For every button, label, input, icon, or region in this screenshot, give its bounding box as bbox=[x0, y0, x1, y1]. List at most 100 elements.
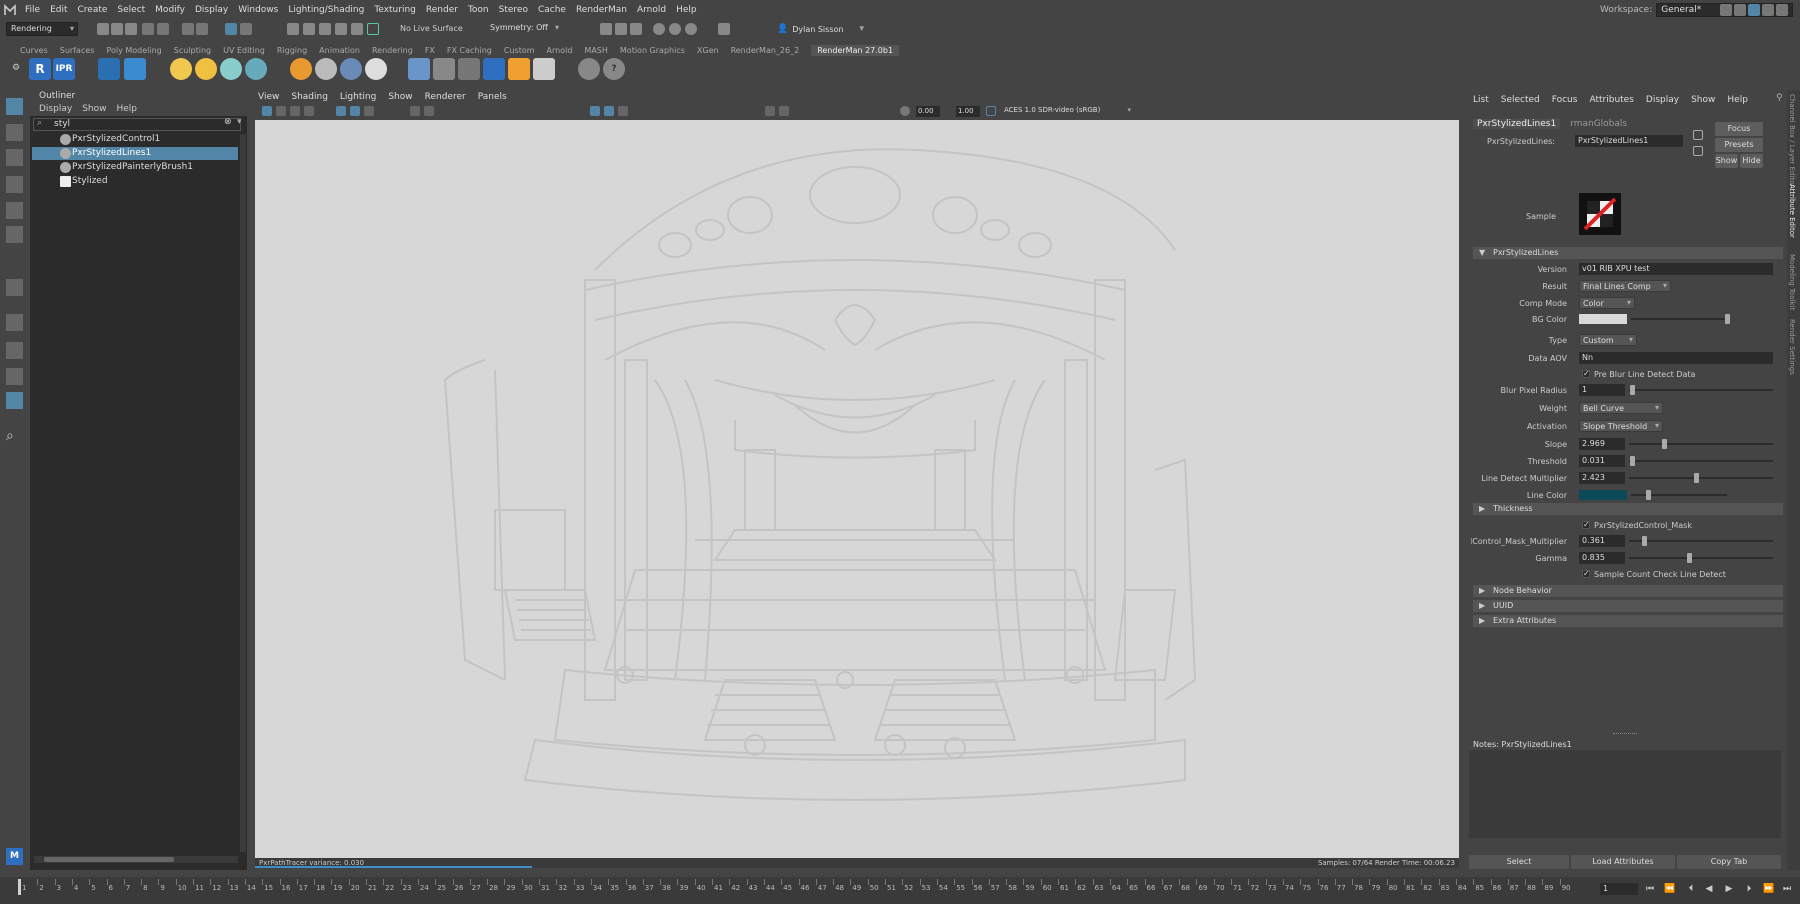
maya-home-icon[interactable]: M bbox=[6, 848, 23, 865]
resolution-gate-icon[interactable] bbox=[364, 106, 374, 116]
shelf-tab-sculpting[interactable]: Sculpting bbox=[174, 46, 211, 55]
menu-edit[interactable]: Edit bbox=[50, 5, 67, 15]
new-scene-icon[interactable] bbox=[97, 23, 109, 35]
data-aov-field[interactable]: Nn bbox=[1579, 352, 1773, 364]
redo-icon[interactable] bbox=[157, 23, 169, 35]
shelf-tab-custom[interactable]: Custom bbox=[504, 46, 535, 55]
layout-active-icon[interactable] bbox=[1748, 4, 1760, 16]
settings-icon[interactable] bbox=[578, 58, 600, 80]
isolate-select-icon[interactable] bbox=[765, 106, 775, 116]
line-detect-multiplier-slider[interactable] bbox=[1629, 477, 1773, 479]
code-icon[interactable] bbox=[433, 58, 455, 80]
step-back-key-icon[interactable]: ⏴ bbox=[1686, 884, 1696, 894]
outliner-menu-help[interactable]: Help bbox=[116, 104, 137, 114]
notes-textarea[interactable] bbox=[1469, 750, 1781, 838]
shelf-tab-renderman-27-0b1[interactable]: RenderMan 27.0b1 bbox=[811, 44, 900, 56]
menu-renderman[interactable]: RenderMan bbox=[576, 5, 627, 15]
textured-icon[interactable] bbox=[618, 106, 628, 116]
outliner-menu-show[interactable]: Show bbox=[82, 104, 106, 114]
preset-browser-icon[interactable] bbox=[483, 58, 505, 80]
attribute-menu-show[interactable]: Show bbox=[1691, 95, 1715, 105]
outliner-search-input[interactable]: styl bbox=[33, 118, 241, 131]
viewport-menu-show[interactable]: Show bbox=[388, 92, 412, 102]
attribute-menu-attributes[interactable]: Attributes bbox=[1589, 95, 1633, 105]
mask-multiplier-slider[interactable] bbox=[1629, 540, 1773, 542]
section-extra-attributes[interactable]: ▶ Extra Attributes bbox=[1473, 615, 1783, 627]
measure-tool-icon[interactable] bbox=[6, 279, 23, 296]
select-object-icon[interactable] bbox=[196, 23, 208, 35]
sun-light-icon[interactable] bbox=[195, 58, 217, 80]
play-backwards-icon[interactable]: ◀ bbox=[1704, 884, 1714, 894]
user-account[interactable]: 👤 Dylan Sisson ▾ bbox=[777, 22, 864, 36]
settings-gear-icon[interactable] bbox=[1776, 4, 1788, 16]
dome-light-icon[interactable] bbox=[220, 58, 242, 80]
live-surface-label[interactable]: No Live Surface bbox=[400, 24, 463, 33]
frame-ruler[interactable]: 1 2 3 4 5 6 7 8 9 10 11 12 13 14 15 16 17 18 19 20 21 22 23 24 2… bbox=[16, 877, 1596, 904]
section-pxrstylizedlines[interactable]: ▼ PxrStylizedLines bbox=[1473, 247, 1783, 259]
smooth-shade-icon[interactable] bbox=[604, 106, 614, 116]
splitter-handle[interactable] bbox=[1613, 733, 1637, 736]
pattern-gear-icon[interactable] bbox=[340, 58, 362, 80]
go-to-end-icon[interactable]: ⏭ bbox=[1782, 884, 1792, 894]
refresh-icon[interactable] bbox=[424, 106, 434, 116]
outliner-item[interactable]: PxrStylizedControl1 bbox=[32, 133, 238, 146]
comp-mode-dropdown[interactable]: Color bbox=[1579, 297, 1635, 309]
activation-dropdown[interactable]: Slope Threshold bbox=[1579, 420, 1663, 432]
render-to-it-button[interactable] bbox=[124, 58, 146, 80]
menu-texturing[interactable]: Texturing bbox=[374, 5, 416, 15]
archive-cube-icon[interactable] bbox=[408, 58, 430, 80]
layout-grid-icon[interactable] bbox=[6, 342, 23, 359]
result-dropdown[interactable]: Final Lines Comp bbox=[1579, 280, 1671, 292]
attribute-menu-focus[interactable]: Focus bbox=[1552, 95, 1578, 105]
shelf-tab-fx[interactable]: FX bbox=[425, 46, 435, 55]
render-view-button[interactable] bbox=[98, 58, 120, 80]
search-icon[interactable]: ⌕ bbox=[6, 428, 23, 445]
renderman-render-button[interactable]: R bbox=[29, 58, 51, 80]
layout-columns-icon[interactable] bbox=[6, 368, 23, 385]
portal-light-icon[interactable] bbox=[245, 58, 267, 80]
attribute-tab-pxrstylizedlines1[interactable]: PxrStylizedLines1 bbox=[1473, 119, 1561, 129]
bg-color-slider[interactable] bbox=[1631, 318, 1727, 320]
section-uuid[interactable]: ▶ UUID bbox=[1473, 600, 1783, 612]
sample-count-checkbox[interactable] bbox=[1582, 569, 1590, 578]
step-forward-frame-icon[interactable]: ⏩ bbox=[1763, 884, 1774, 894]
snapshot-icon[interactable] bbox=[410, 106, 420, 116]
colorspace-dropdown[interactable]: ACES 1.0 SDR-video (sRGB) bbox=[1000, 105, 1134, 117]
camera-select-icon[interactable] bbox=[262, 106, 272, 116]
exposure-field[interactable]: 0.00 bbox=[916, 106, 940, 117]
render-sequence-icon[interactable] bbox=[615, 23, 627, 35]
material-sphere-icon[interactable] bbox=[315, 58, 337, 80]
layout-split-icon[interactable] bbox=[1734, 4, 1746, 16]
render-view-icon[interactable] bbox=[630, 23, 642, 35]
section-thickness[interactable]: ▶ Thickness bbox=[1473, 503, 1783, 515]
type-dropdown[interactable]: Custom bbox=[1579, 334, 1637, 346]
viewport-menu-lighting[interactable]: Lighting bbox=[340, 92, 376, 102]
menu-arnold[interactable]: Arnold bbox=[637, 5, 666, 15]
render-frame-icon[interactable] bbox=[600, 23, 612, 35]
threshold-field[interactable]: 0.031 bbox=[1579, 455, 1625, 467]
shelf-tab-rigging[interactable]: Rigging bbox=[277, 46, 307, 55]
select-hierarchy-icon[interactable] bbox=[182, 23, 194, 35]
help-icon[interactable]: ? bbox=[603, 58, 625, 80]
copy-tab-button[interactable]: Copy Tab bbox=[1677, 855, 1781, 869]
layout-quad-icon[interactable] bbox=[1762, 4, 1774, 16]
gamma-field[interactable]: 0.835 bbox=[1579, 552, 1625, 564]
shelf-tab-xgen[interactable]: XGen bbox=[697, 46, 719, 55]
bg-color-swatch[interactable] bbox=[1579, 314, 1627, 324]
side-tab-attribute-editor[interactable]: Attribute Editor bbox=[1788, 184, 1796, 238]
scale-tool-icon[interactable] bbox=[6, 226, 23, 243]
light-sphere-icon[interactable] bbox=[170, 58, 192, 80]
component-mode-icon[interactable] bbox=[240, 23, 252, 35]
light-mixer-icon[interactable] bbox=[508, 58, 530, 80]
menu-display[interactable]: Display bbox=[195, 5, 228, 15]
pause-render-icon[interactable] bbox=[718, 23, 730, 35]
select-button[interactable]: Select bbox=[1469, 855, 1569, 869]
displacement-sphere-icon[interactable] bbox=[365, 58, 387, 80]
bg-color-slider-handle[interactable] bbox=[1725, 314, 1730, 324]
current-time-indicator[interactable] bbox=[18, 879, 21, 895]
shelf-tab-poly-modeling[interactable]: Poly Modeling bbox=[106, 46, 161, 55]
outliner-item[interactable]: Stylized bbox=[32, 175, 238, 188]
render-image[interactable] bbox=[255, 120, 1459, 858]
menu-file[interactable]: File bbox=[25, 5, 40, 15]
rotate-tool-icon[interactable] bbox=[6, 202, 23, 219]
